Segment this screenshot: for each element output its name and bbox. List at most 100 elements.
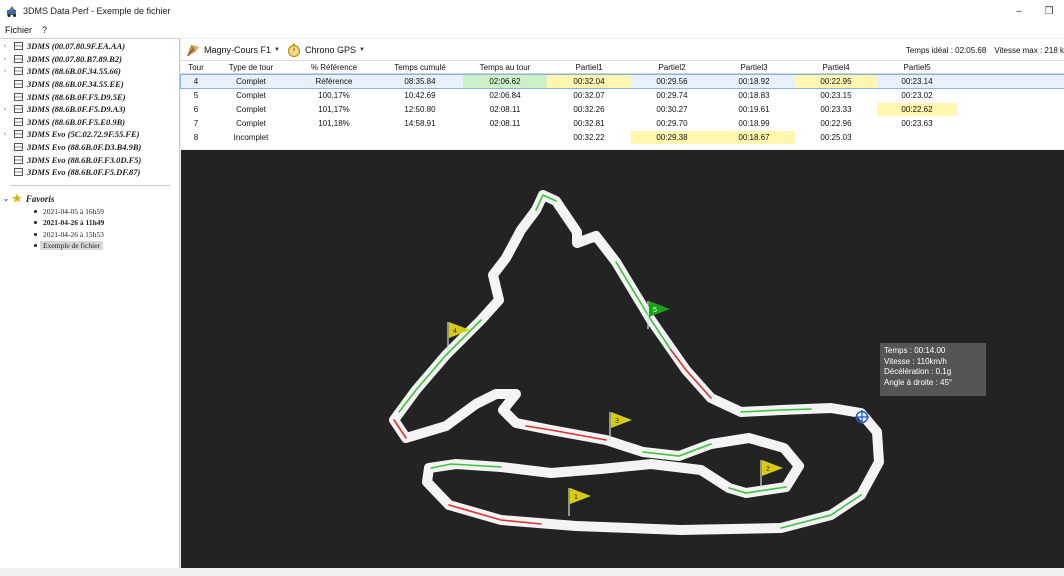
column-header[interactable]: Tour — [181, 61, 211, 74]
favorite-item[interactable]: Exemple de fichier — [0, 240, 179, 252]
device-icon — [14, 117, 23, 126]
device-node[interactable]: › 3DMS (00.07.80.9F.EA.AA) — [0, 40, 179, 53]
device-node[interactable]: › 3DMS (88.6B.0F.F5.D9.A3) — [0, 103, 179, 116]
favorite-label: Exemple de fichier — [40, 241, 104, 251]
favorites-node[interactable]: ⌄ ★ Favoris — [0, 192, 179, 206]
chevron-right-icon[interactable]: › — [0, 105, 10, 113]
bullet-icon — [34, 221, 37, 225]
chevron-right-icon[interactable]: › — [0, 130, 10, 138]
window-title: 3DMS Data Perf - Exemple de fichier — [23, 6, 171, 16]
column-header[interactable]: Temps au tour — [463, 61, 547, 74]
caret-down-icon: ▼ — [359, 46, 365, 53]
favorite-item[interactable]: 2021-04-05 à 16h59 — [0, 206, 179, 218]
device-label: 3DMS (00.07.80.9F.EA.AA) — [27, 41, 126, 52]
table-cell: 00:29.70 — [656, 119, 688, 128]
device-label: 3DMS (88.6B.0F.F5.D9.A3) — [27, 104, 126, 115]
column-header[interactable]: Type de tour — [211, 61, 291, 74]
device-label: 3DMS (88.6B.0F.F5.D9.5E) — [27, 91, 126, 102]
track-map[interactable]: 1 2 3 4 5 Temps : 00:14.00 Vitesse: 110… — [181, 150, 1064, 568]
column-header[interactable]: Partiel1 — [547, 61, 631, 74]
table-cell: 00:23.15 — [820, 91, 852, 100]
app-icon — [7, 6, 16, 17]
table-row[interactable]: 8 Incomplet 00:32.22 00:29.38 00:18.67 00:25.… — [181, 131, 1064, 144]
tooltip-speed: Vitesse : 110km/h — [884, 356, 947, 366]
table-row[interactable]: 7 Complet 101,18% 14:58.91 02:08.11 00:32.81 0… — [181, 117, 1064, 130]
device-node[interactable]: › 3DMS Evo (5C.02.72.9F.55.FE) — [0, 128, 179, 141]
table-cell: 00:23.63 — [901, 119, 933, 128]
table-cell: 00:32.81 — [573, 119, 605, 128]
device-node[interactable]: › 3DMS (00.07.80.B7.89.B2) — [0, 53, 179, 66]
device-label: 3DMS Evo (5C.02.72.9F.55.FE) — [27, 129, 140, 140]
table-cell: 00:22.62 — [877, 103, 957, 116]
table-row[interactable]: 5 Complet 100,17% 10:42.69 02:06.84 00:32.07 0… — [181, 89, 1064, 102]
device-label: 3DMS (88.6B.0F.34.55.EE) — [27, 79, 124, 90]
table-cell: 02:08.11 — [489, 119, 521, 128]
favorites-list: 2021-04-05 à 16h59 2021-04-26 à 11h49 2021… — [0, 206, 179, 252]
title-bar: 3DMS Data Perf - Exemple de fichier – ❐ — [0, 0, 1064, 22]
table-row[interactable]: 4 Complet Référence 08:35.84 02:06.62 00:32.0… — [180, 74, 1064, 89]
column-header[interactable]: Partiel3 — [713, 61, 795, 74]
table-cell: 02:06.62 — [463, 75, 547, 88]
flag-4-label: 4 — [453, 328, 457, 335]
device-icon — [14, 130, 23, 139]
table-cell: 101,18% — [318, 119, 350, 128]
device-node[interactable]: 3DMS Evo (88.6B.0F.D3.B4.9B) — [0, 141, 179, 154]
table-cell: 10:42.69 — [404, 91, 436, 100]
table-cell: 4 — [193, 77, 199, 86]
column-header[interactable]: Temps cumulé — [377, 61, 463, 74]
table-cell: 00:29.56 — [656, 77, 688, 86]
table-cell — [877, 131, 957, 144]
table-cell: 00:19.61 — [738, 105, 770, 114]
column-header[interactable]: Partiel4 — [795, 61, 877, 74]
device-node[interactable]: › 3DMS (88.6B.0F.34.55.66) — [0, 65, 179, 78]
table-cell: 00:32.04 — [547, 75, 631, 88]
table-cell: 00:29.38 — [631, 131, 713, 144]
device-node[interactable]: 3DMS Evo (88.6B.0F.F5.DF.87) — [0, 166, 179, 179]
device-node[interactable]: 3DMS (88.6B.0F.F5.D9.5E) — [0, 90, 179, 103]
flag-1[interactable]: 1 — [568, 488, 591, 516]
chevron-right-icon[interactable]: › — [0, 42, 10, 50]
bullet-icon — [34, 209, 37, 213]
favorite-item[interactable]: 2021-04-26 à 11h49 — [0, 217, 179, 229]
column-header[interactable]: Partiel5 — [877, 61, 957, 74]
table-cell: 00:18.67 — [713, 131, 795, 144]
restore-button[interactable]: ❐ — [1034, 0, 1064, 22]
table-cell: 14:58.91 — [404, 119, 436, 128]
device-node[interactable]: 3DMS (88.6B.0F.34.55.EE) — [0, 78, 179, 91]
chevron-right-icon[interactable]: › — [0, 67, 10, 75]
track-outline — [389, 190, 884, 535]
table-cell: 02:08.11 — [489, 105, 521, 114]
bullet-icon — [34, 232, 37, 236]
table-row[interactable]: 6 Complet 101,17% 12:50.80 02:08.11 00:32.26 0… — [181, 103, 1064, 116]
column-header[interactable]: % Référence — [291, 61, 377, 74]
bullet-icon — [34, 244, 37, 248]
chevron-down-icon[interactable]: ⌄ — [0, 194, 12, 203]
menu-fichier[interactable]: Fichier — [0, 25, 37, 35]
timing-dropdown[interactable]: Chrono GPS ▼ — [286, 43, 365, 57]
column-header[interactable]: Partiel2 — [631, 61, 713, 74]
favorite-item[interactable]: 2021-04-26 à 15h53 — [0, 229, 179, 241]
device-node[interactable]: 3DMS Evo (88.6B.0F.F3.0D.F5) — [0, 153, 179, 166]
position-tooltip: Temps : 00:14.00 Vitesse : 110km/h Décél… — [880, 343, 986, 396]
minimize-button[interactable]: – — [1004, 0, 1034, 22]
table-cell: 00:18.99 — [738, 119, 770, 128]
table-cell: Complet — [236, 119, 266, 128]
device-label: 3DMS Evo (88.6B.0F.D3.B4.9B) — [27, 142, 142, 153]
table-cell: 08:35.84 — [404, 77, 436, 86]
flag-3[interactable]: 3 — [609, 412, 632, 440]
circuit-dropdown[interactable]: Magny-Cours F1 ▼ — [185, 43, 280, 57]
table-cell: 00:23.02 — [901, 91, 933, 100]
table-cell: 00:32.26 — [573, 105, 605, 114]
favorites-label: Favoris — [25, 193, 55, 204]
favorite-label: 2021-04-05 à 16h59 — [43, 206, 104, 216]
table-cell: 00:30.27 — [656, 105, 688, 114]
device-label: 3DMS (00.07.80.B7.89.B2) — [27, 53, 122, 64]
menu-help[interactable]: ? — [37, 25, 52, 35]
table-cell: Incomplet — [233, 133, 269, 142]
device-node[interactable]: 3DMS (88.6B.0F.F5.E0.9B) — [0, 116, 179, 129]
favorite-label: 2021-04-26 à 15h53 — [43, 229, 104, 239]
timing-label: Chrono GPS — [304, 44, 357, 55]
tooltip-time: Temps : 00:14.00 — [884, 346, 946, 355]
flag-5-label: 5 — [653, 307, 657, 314]
chevron-right-icon[interactable]: › — [0, 55, 10, 63]
